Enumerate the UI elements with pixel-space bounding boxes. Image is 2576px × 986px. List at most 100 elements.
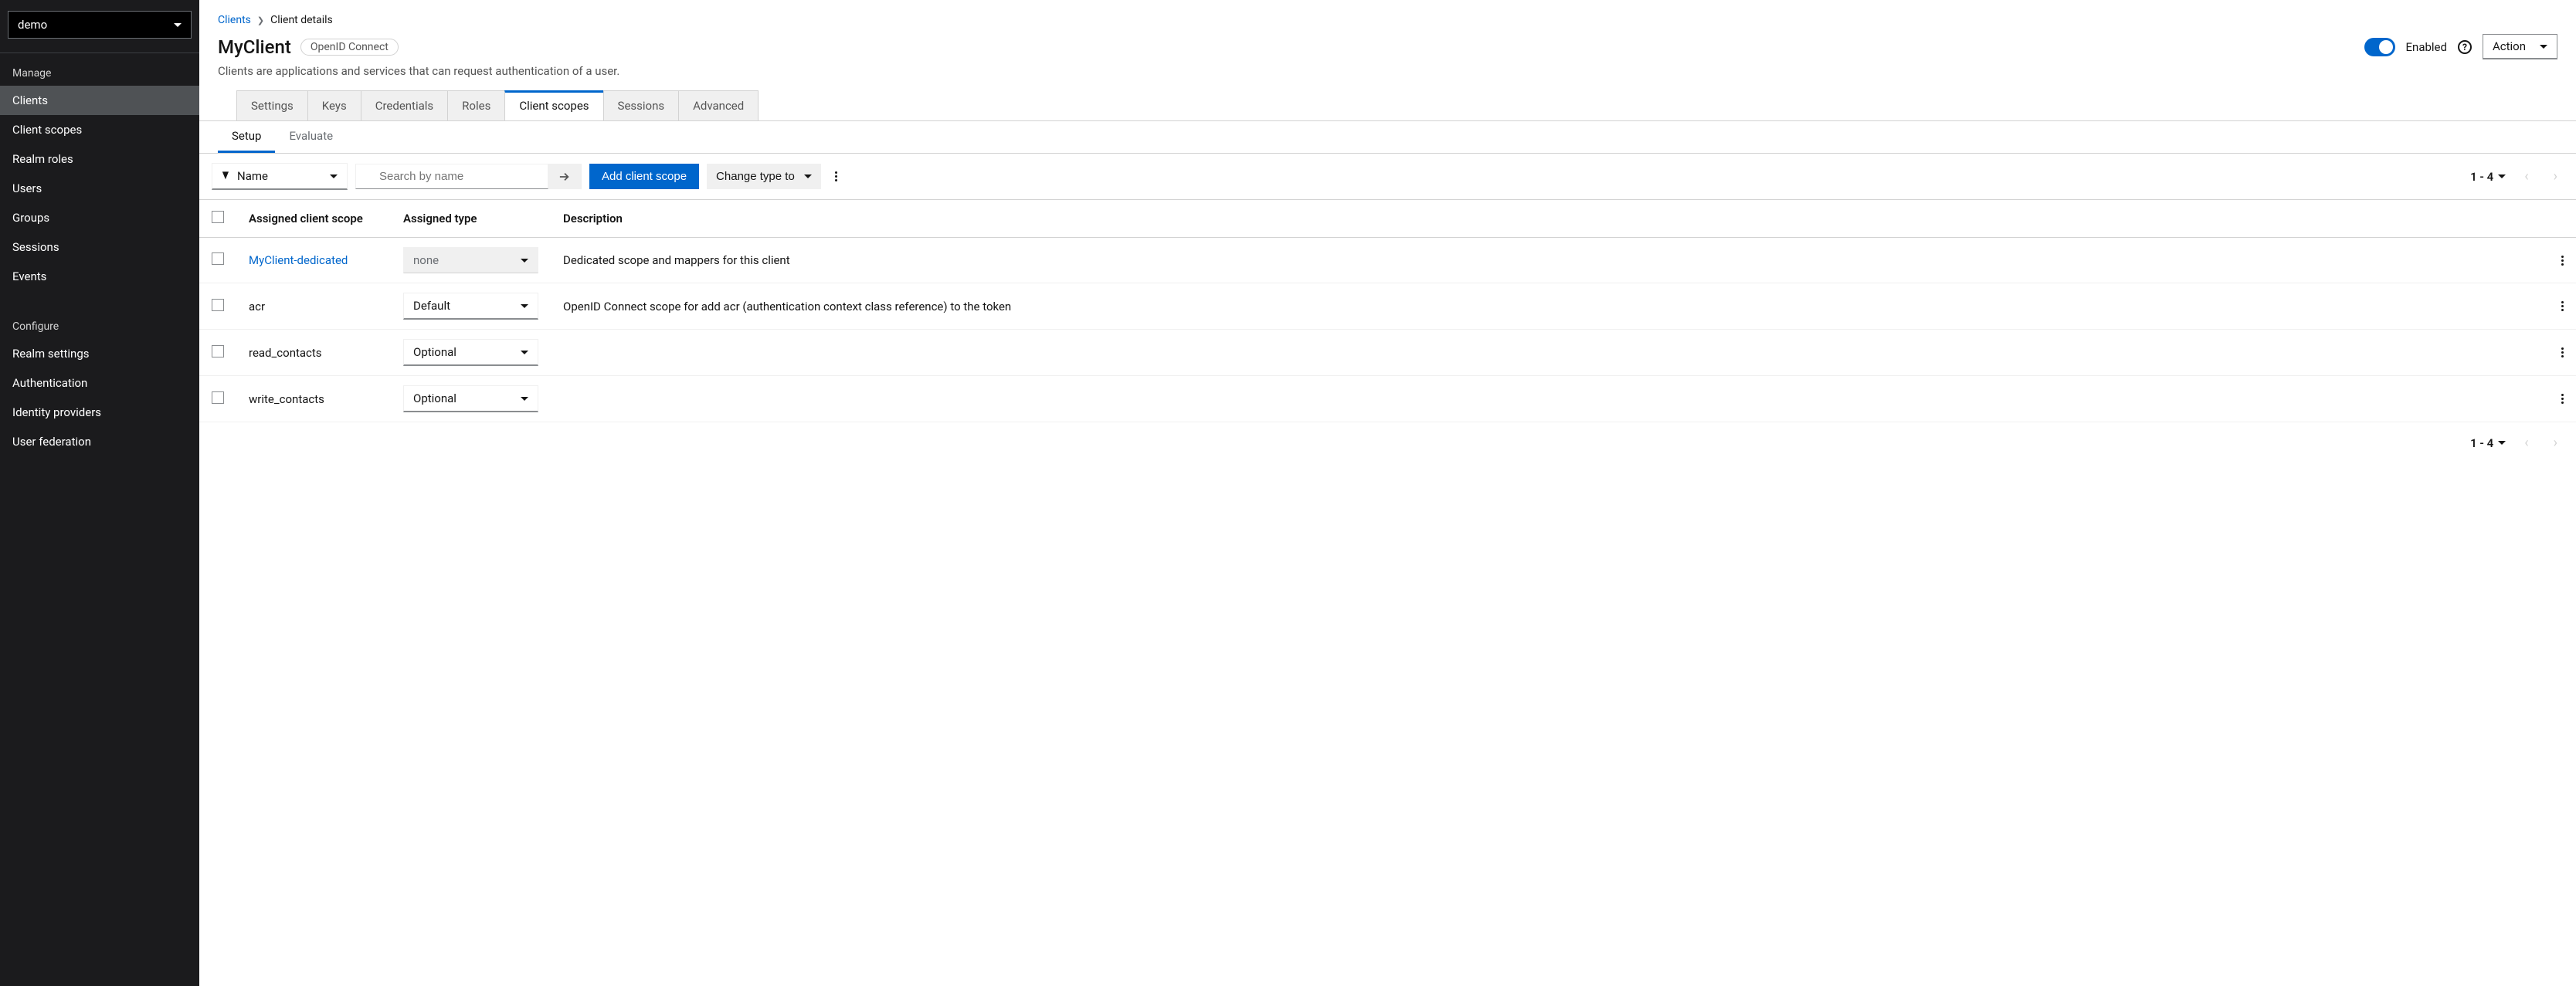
change-type-label: Change type to <box>716 170 795 183</box>
chevron-down-icon <box>2540 45 2547 49</box>
chevron-down-icon <box>330 174 338 178</box>
prev-page-button[interactable]: ‹ <box>2518 168 2534 185</box>
subtab-evaluate[interactable]: Evaluate <box>275 121 347 153</box>
sidebar-item-authentication[interactable]: Authentication <box>0 368 199 398</box>
scope-name: write_contacts <box>236 376 391 422</box>
chevron-down-icon <box>804 174 812 178</box>
search-group <box>355 164 582 189</box>
row-kebab-menu[interactable] <box>2561 394 2564 404</box>
sidebar-item-client-scopes[interactable]: Client scopes <box>0 115 199 144</box>
select-all-checkbox[interactable] <box>212 211 224 223</box>
client-scopes-table: Assigned client scope Assigned type Desc… <box>199 200 2576 422</box>
sidebar-item-realm-roles[interactable]: Realm roles <box>0 144 199 174</box>
tab-settings[interactable]: Settings <box>236 90 307 120</box>
nav-section-manage: Manage <box>0 53 199 86</box>
breadcrumb-link-clients[interactable]: Clients <box>218 14 251 26</box>
row-kebab-menu[interactable] <box>2561 347 2564 357</box>
arrow-right-icon <box>559 171 570 182</box>
sidebar-item-clients[interactable]: Clients <box>0 86 199 115</box>
page-header: Clients ❯ Client details MyClient OpenID… <box>199 0 2576 87</box>
toolbar-kebab-menu[interactable] <box>829 165 843 188</box>
table-row: MyClient-dedicated none Dedicated scope … <box>199 238 2576 283</box>
toolbar-right: 1 - 4 ‹ › <box>2470 168 2564 185</box>
scope-name: acr <box>236 283 391 330</box>
page-info-dropdown[interactable]: 1 - 4 <box>2470 436 2506 450</box>
sidebar-item-identity-providers[interactable]: Identity providers <box>0 398 199 427</box>
page-info: 1 - 4 <box>2470 436 2493 450</box>
title-row: MyClient OpenID Connect Enabled ? Action <box>218 34 2557 59</box>
change-type-dropdown[interactable]: Change type to <box>707 164 821 189</box>
title-left: MyClient OpenID Connect <box>218 36 399 58</box>
action-dropdown[interactable]: Action <box>2483 34 2557 59</box>
scope-description <box>551 330 2549 376</box>
realm-name: demo <box>18 18 47 32</box>
col-header-type: Assigned type <box>391 200 551 238</box>
next-page-button[interactable]: › <box>2547 168 2564 185</box>
page-description: Clients are applications and services th… <box>218 64 2557 78</box>
scope-description: OpenID Connect scope for add acr (authen… <box>551 283 2549 330</box>
primary-tabs: Settings Keys Credentials Roles Client s… <box>199 90 2576 121</box>
chevron-down-icon <box>2498 441 2506 445</box>
help-icon[interactable]: ? <box>2458 40 2472 54</box>
subtab-setup[interactable]: Setup <box>218 121 275 153</box>
row-checkbox[interactable] <box>212 252 224 265</box>
chevron-down-icon <box>521 259 528 263</box>
table-row: acr Default OpenID Connect scope for add… <box>199 283 2576 330</box>
table-row: write_contacts Optional <box>199 376 2576 422</box>
sidebar-item-realm-settings[interactable]: Realm settings <box>0 339 199 368</box>
breadcrumb: Clients ❯ Client details <box>218 14 2557 26</box>
search-input[interactable] <box>355 164 548 189</box>
row-kebab-menu[interactable] <box>2561 256 2564 266</box>
protocol-badge: OpenID Connect <box>300 39 399 56</box>
chevron-right-icon: ❯ <box>257 15 264 25</box>
realm-selector[interactable]: demo <box>8 11 192 39</box>
page-title: MyClient <box>218 36 291 58</box>
row-checkbox[interactable] <box>212 391 224 404</box>
col-header-desc: Description <box>551 200 2549 238</box>
sidebar-item-user-federation[interactable]: User federation <box>0 427 199 456</box>
page-info: 1 - 4 <box>2470 170 2493 184</box>
assigned-type-select[interactable]: Optional <box>403 339 538 366</box>
sidebar-item-events[interactable]: Events <box>0 262 199 291</box>
footer-pagination: 1 - 4 ‹ › <box>199 422 2576 463</box>
scope-name: read_contacts <box>236 330 391 376</box>
scope-link[interactable]: MyClient-dedicated <box>249 253 348 267</box>
tab-sessions[interactable]: Sessions <box>603 90 679 120</box>
enabled-label: Enabled <box>2406 40 2447 54</box>
assigned-type-select[interactable]: Default <box>403 293 538 320</box>
col-header-scope: Assigned client scope <box>236 200 391 238</box>
row-checkbox[interactable] <box>212 345 224 357</box>
title-right: Enabled ? Action <box>2364 34 2557 59</box>
chevron-down-icon <box>2498 174 2506 178</box>
assigned-type-select[interactable]: Optional <box>403 385 538 412</box>
chevron-down-icon <box>521 351 528 354</box>
breadcrumb-current: Client details <box>270 14 333 26</box>
scope-description <box>551 376 2549 422</box>
chevron-down-icon <box>521 304 528 308</box>
filter-attribute-select[interactable]: Name <box>212 163 348 190</box>
sidebar-item-users[interactable]: Users <box>0 174 199 203</box>
assigned-type-select[interactable]: none <box>403 247 538 273</box>
tab-credentials[interactable]: Credentials <box>361 90 447 120</box>
sidebar-item-groups[interactable]: Groups <box>0 203 199 232</box>
next-page-button[interactable]: › <box>2547 435 2564 451</box>
secondary-tabs: Setup Evaluate <box>199 121 2576 154</box>
add-client-scope-button[interactable]: Add client scope <box>589 164 699 189</box>
sidebar: demo Manage Clients Client scopes Realm … <box>0 0 199 986</box>
page-info-dropdown[interactable]: 1 - 4 <box>2470 170 2506 184</box>
row-checkbox[interactable] <box>212 299 224 311</box>
sidebar-item-sessions[interactable]: Sessions <box>0 232 199 262</box>
chevron-down-icon <box>521 397 528 401</box>
tab-advanced[interactable]: Advanced <box>678 90 759 120</box>
row-kebab-menu[interactable] <box>2561 301 2564 311</box>
search-submit-button[interactable] <box>548 164 582 189</box>
prev-page-button[interactable]: ‹ <box>2518 435 2534 451</box>
tab-client-scopes[interactable]: Client scopes <box>504 90 602 120</box>
filter-label: Name <box>237 169 268 183</box>
toolbar: Name Add client scope Change type to <box>199 154 2576 200</box>
nav-section-configure: Configure <box>0 307 199 339</box>
scope-description: Dedicated scope and mappers for this cli… <box>551 238 2549 283</box>
tab-keys[interactable]: Keys <box>307 90 361 120</box>
tab-roles[interactable]: Roles <box>447 90 504 120</box>
enabled-toggle[interactable] <box>2364 38 2395 56</box>
